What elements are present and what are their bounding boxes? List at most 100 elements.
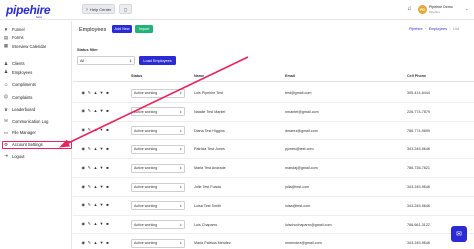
edit-icon[interactable]: ✎	[87, 165, 92, 170]
status-select[interactable]: Active working ⇕	[131, 238, 185, 248]
view-icon[interactable]: ◉	[81, 127, 86, 132]
user-name[interactable]: Pipehire Demo	[429, 5, 453, 9]
thumbs-down-icon[interactable]: ▼	[99, 240, 104, 245]
employee-email: luischochaparro@gmail.com	[285, 222, 332, 227]
thumbs-down-icon[interactable]: ▼	[99, 165, 104, 170]
delete-icon[interactable]: ■	[105, 202, 110, 207]
view-icon[interactable]: ◉	[81, 240, 86, 245]
view-icon[interactable]: ◉	[81, 202, 86, 207]
chat-widget-button[interactable]: ✉	[451, 226, 467, 242]
thumbs-up-icon[interactable]: ▲	[93, 202, 98, 207]
breadcrumb-employees[interactable]: Employees	[429, 27, 447, 31]
sidebar-item-file-manager[interactable]: ▭ File Manager	[3, 129, 71, 137]
edit-icon[interactable]: ✎	[87, 90, 92, 95]
employee-name[interactable]: Patricia Test Jones	[194, 147, 225, 151]
thumbs-up-icon[interactable]: ▲	[93, 90, 98, 95]
edit-icon[interactable]: ✎	[87, 221, 92, 226]
column-header-status[interactable]: Status	[131, 74, 142, 78]
column-header-name[interactable]: Name	[194, 74, 204, 78]
thumbs-down-icon[interactable]: ▼	[99, 90, 104, 95]
employee-name[interactable]: Natalie Test Mantel	[194, 110, 225, 114]
view-icon[interactable]: ◉	[81, 184, 86, 189]
help-center-button[interactable]: ? Help Center	[82, 4, 115, 14]
avatar[interactable]: PD	[418, 5, 427, 14]
column-header-email[interactable]: Email	[285, 74, 295, 78]
column-header-cell-phone[interactable]: Cell Phone	[407, 74, 426, 78]
delete-icon[interactable]: ■	[105, 108, 110, 113]
sidebar-item-complaints[interactable]: ☹ Complaints	[3, 93, 71, 101]
thumbs-up-icon[interactable]: ▲	[93, 108, 98, 113]
status-select[interactable]: Active working ⇕	[131, 144, 185, 154]
view-icon[interactable]: ◉	[81, 108, 86, 113]
sidebar-item-forms[interactable]: ▤ Forms	[3, 34, 71, 42]
sidebar-item-logout[interactable]: ⇥ Logout	[3, 152, 71, 160]
delete-icon[interactable]: ■	[105, 165, 110, 170]
employee-name[interactable]: Luis Chaparro	[194, 223, 217, 227]
sidebar-item-clients[interactable]: ♟ Clients	[3, 59, 71, 67]
employee-name[interactable]: Diana Test Higgins	[194, 129, 225, 133]
thumbs-up-icon[interactable]: ▲	[93, 240, 98, 245]
sidebar-item-account-settings[interactable]: ⚙ Account Settings ›	[2, 140, 72, 149]
thumbs-up-icon[interactable]: ▲	[93, 127, 98, 132]
sidebar-item-leaderboard[interactable]: ♛ Leaderboard	[3, 106, 71, 114]
status-value: Active working	[134, 91, 158, 95]
chevron-down-icon[interactable]: ⌄	[465, 6, 468, 11]
delete-icon[interactable]: ■	[105, 146, 110, 151]
thumbs-down-icon[interactable]: ▼	[99, 184, 104, 189]
status-select[interactable]: Active working ⇕	[131, 201, 185, 211]
view-icon[interactable]: ◉	[81, 146, 86, 151]
employee-name[interactable]: Luis Pipehire Test	[194, 91, 223, 95]
employee-name[interactable]: Julie Test Fuada	[194, 185, 221, 189]
bell-icon[interactable]: ♫	[407, 6, 414, 13]
thumbs-down-icon[interactable]: ▼	[99, 108, 104, 113]
thumbs-up-icon[interactable]: ▲	[93, 184, 98, 189]
status-value: Active working	[134, 128, 158, 133]
sidebar-item-communication-log[interactable]: ✉ Communication Log	[3, 117, 71, 125]
chevron-updown-icon: ⇕	[179, 147, 182, 152]
view-icon[interactable]: ◉	[81, 221, 86, 226]
status-filter-select[interactable]: All ⇕	[77, 56, 135, 65]
delete-icon[interactable]: ■	[105, 221, 110, 226]
thumbs-down-icon[interactable]: ▼	[99, 146, 104, 151]
view-icon[interactable]: ◉	[81, 90, 86, 95]
status-select[interactable]: Active working ⇕	[131, 88, 185, 98]
edit-icon[interactable]: ✎	[87, 108, 92, 113]
view-icon[interactable]: ◉	[81, 165, 86, 170]
status-select[interactable]: Active working ⇕	[131, 163, 185, 173]
thumbs-down-icon[interactable]: ▼	[99, 202, 104, 207]
pipehire-logo[interactable]: pipehire	[6, 3, 51, 17]
edit-icon[interactable]: ✎	[87, 146, 92, 151]
employee-name[interactable]: Maria Patricia Mendez	[194, 241, 231, 245]
status-select[interactable]: Active working ⇕	[131, 220, 185, 230]
sidebar-item-employees[interactable]: ♟ Employees	[3, 68, 71, 76]
delete-icon[interactable]: ■	[105, 240, 110, 245]
thumbs-down-icon[interactable]: ▼	[99, 127, 104, 132]
window-button[interactable]: ▢	[119, 4, 132, 14]
edit-icon[interactable]: ✎	[87, 127, 92, 132]
thumbs-down-icon[interactable]: ▼	[99, 221, 104, 226]
status-select[interactable]: Active working ⇕	[131, 182, 185, 192]
delete-icon[interactable]: ■	[105, 127, 110, 132]
status-select[interactable]: Active working ⇕	[131, 126, 185, 136]
trophy-icon: ♛	[3, 106, 9, 112]
sidebar-item-funnel[interactable]: ▼ Funnel	[3, 25, 71, 33]
import-button[interactable]: Import	[135, 25, 153, 33]
add-new-button[interactable]: Add New	[112, 25, 132, 33]
thumbs-up-icon[interactable]: ▲	[93, 146, 98, 151]
delete-icon[interactable]: ■	[105, 184, 110, 189]
employee-name[interactable]: Maria Test Andrade	[194, 166, 226, 170]
table-row: ◉ ✎ ▲ ▼ ■ Active working ⇕ Maria Test An…	[73, 159, 474, 178]
edit-icon[interactable]: ✎	[87, 240, 92, 245]
load-employees-button[interactable]: Load Employees	[139, 56, 176, 65]
sidebar-item-interview-calendar[interactable]: ▦ Interview Calendar	[3, 42, 71, 50]
breadcrumb-pipehire[interactable]: Pipehire	[409, 27, 423, 31]
status-select[interactable]: Active working ⇕	[131, 107, 185, 117]
sidebar-item-compliments[interactable]: ☺ Compliments	[3, 81, 71, 89]
edit-icon[interactable]: ✎	[87, 184, 92, 189]
thumbs-up-icon[interactable]: ▲	[93, 221, 98, 226]
employee-email: pjones@test.com	[285, 147, 314, 152]
delete-icon[interactable]: ■	[105, 90, 110, 95]
employee-name[interactable]: Luisa Test Smith	[194, 204, 221, 208]
thumbs-up-icon[interactable]: ▲	[93, 165, 98, 170]
edit-icon[interactable]: ✎	[87, 202, 92, 207]
